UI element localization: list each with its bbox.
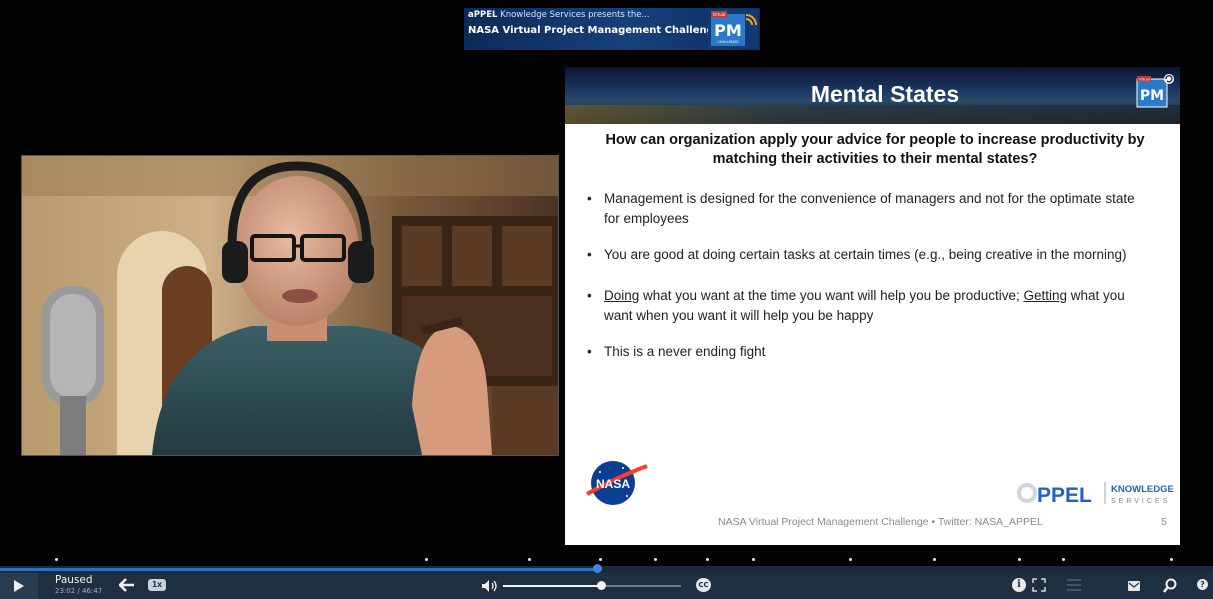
chat-icon[interactable] [1128,581,1140,591]
nasa-logo: NASA [586,461,648,505]
search-icon[interactable] [1163,578,1177,593]
banner-line2: NASA Virtual Project Management Challeng… [468,25,721,36]
playback-status: Paused [55,574,93,586]
slide-page-number: 5 [1161,516,1167,528]
svg-text:Virtual: Virtual [1138,78,1149,82]
appel-knowledge-services-logo: PPEL KNOWLEDGE SERVICES [1017,482,1174,507]
chapter-marker[interactable] [527,558,531,561]
slide-header: Mental States Virtual PM [565,67,1180,124]
svg-text:PPEL: PPEL [1037,484,1092,507]
volume-level [503,585,601,587]
play-button[interactable] [0,573,38,599]
chapter-marker[interactable] [1169,558,1173,561]
slide-question: How can organization apply your advice f… [605,132,1145,167]
bullet-item: Doing what you want at the time you want… [587,286,1149,326]
svg-text:NASA: NASA [596,477,630,491]
svg-text:Virtual: Virtual [712,12,725,17]
pm-challenge-logo: Virtual PM CHALLENGE [708,9,758,49]
svg-text:KNOWLEDGE: KNOWLEDGE [1111,484,1174,495]
time-display: 23:02 / 46:47 [55,587,103,595]
presentation-slide: Mental States Virtual PM How can organiz… [565,67,1180,545]
playback-speed-button[interactable]: 1x [148,579,166,591]
webcam-video [21,155,559,456]
player-controls: Paused 23:02 / 46:47 1x CC i ? [0,573,1213,599]
slide-footer-text: NASA Virtual Project Management Challeng… [718,516,1043,528]
chapter-marker[interactable] [654,558,658,561]
play-icon [14,580,24,592]
svg-text:SERVICES: SERVICES [1111,498,1170,505]
speaker-image [22,156,558,455]
volume-slider[interactable] [503,581,681,590]
svg-text:PM: PM [1140,88,1164,104]
help-button[interactable]: ? [1197,579,1208,590]
video-stage[interactable]: aPPEL Knowledge Services presents the...… [0,0,1213,566]
back-arrow-icon[interactable] [119,578,135,592]
bullet-item: This is a never ending fight [587,342,1149,362]
chapter-marker[interactable] [1017,558,1021,561]
info-button[interactable]: i [1012,578,1026,592]
volume-icon[interactable] [481,579,499,593]
chapter-marker[interactable] [54,558,58,561]
timeline-thumb[interactable] [592,564,602,573]
chapter-marker[interactable] [1061,558,1065,561]
chapter-marker[interactable] [933,558,936,561]
pm-challenge-logo: Virtual PM [1136,74,1174,108]
slide-title: Mental States [810,81,960,107]
svg-text:PM: PM [714,21,742,40]
timeline-progress [0,568,597,571]
bullet-item: Management is designed for the convenien… [587,189,1149,229]
chapter-marker[interactable] [424,558,428,561]
bullet-item: You are good at doing certain tasks at c… [587,245,1149,265]
volume-thumb[interactable] [596,581,606,590]
banner-line1: aPPEL Knowledge Services presents the... [468,10,650,20]
menu-icon[interactable] [1067,579,1081,591]
closed-captions-button[interactable]: CC [696,578,711,592]
timeline-scrubber[interactable] [0,564,1213,573]
svg-text:CHALLENGE: CHALLENGE [717,40,738,44]
fullscreen-icon[interactable] [1032,578,1046,592]
